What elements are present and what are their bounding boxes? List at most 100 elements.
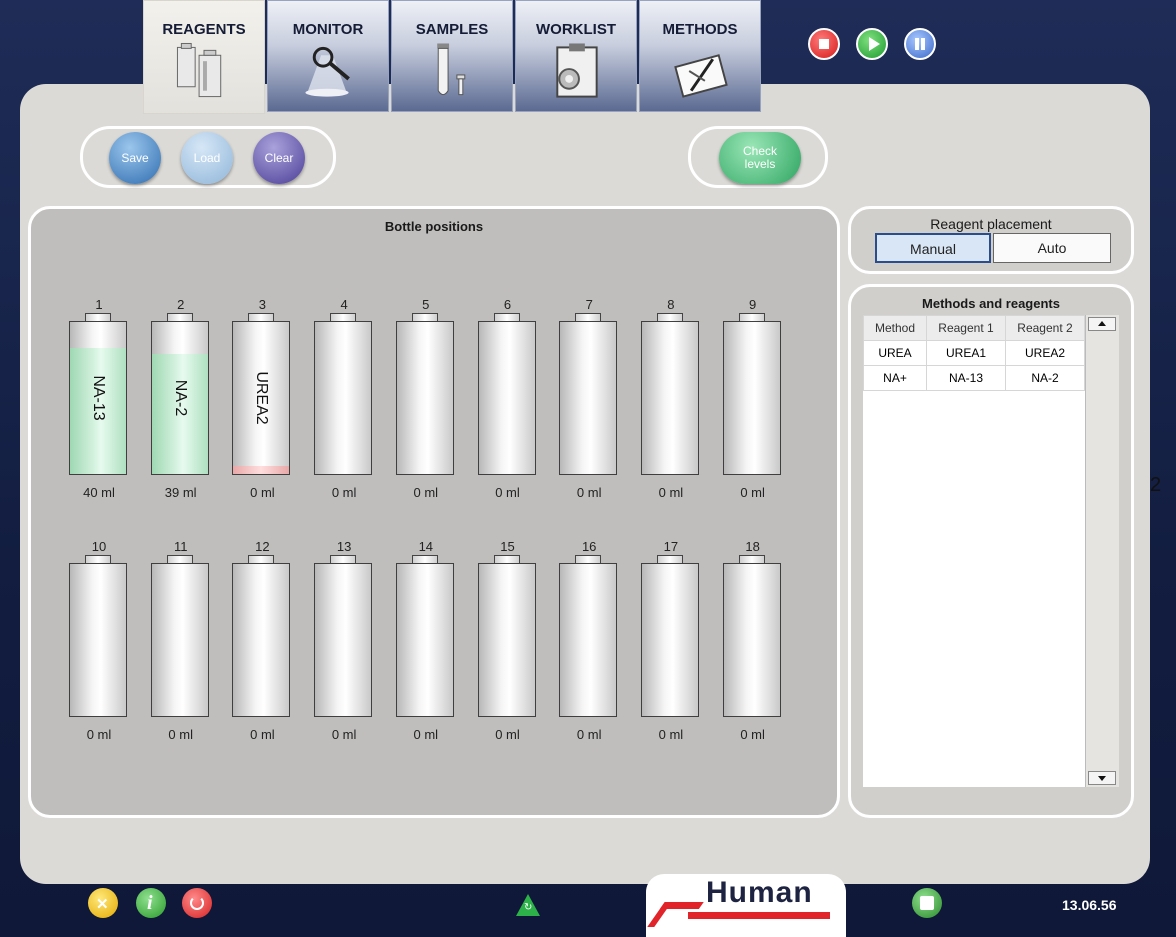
bottle-number: 5 [422,297,430,312]
bottle-volume: 0 ml [658,727,684,742]
bottle-body: UREA2 [232,321,291,475]
tab-label: METHODS [662,21,738,38]
pause-button[interactable] [904,28,936,60]
tab-worklist[interactable]: WORKLIST [515,0,637,112]
manual-toggle[interactable]: Manual [875,233,991,263]
bottle-reagent-label: UREA2 [253,371,271,425]
bottle-body [477,563,536,717]
load-button[interactable]: Load [181,132,233,184]
bottle-reagent-label: NA-13 [90,375,107,421]
bottle-number: 8 [667,297,675,312]
bottle-body [314,321,373,475]
clear-button[interactable]: Clear [253,132,305,184]
table-header-row: Method Reagent 1 Reagent 2 [863,315,1085,341]
bottle-volume: 0 ml [495,727,520,742]
bottle-body [722,321,781,475]
bottle-volume: 0 ml [168,727,193,742]
bottle-number: 1 [95,297,103,312]
bottle-number: 12 [255,539,270,554]
column-header: Method [863,315,927,341]
reagent2-cell: UREA2 [1005,340,1085,366]
bottle-volume: 0 ml [250,727,275,742]
bottle-volume: 0 ml [86,727,112,742]
bottle-volume: 40 ml [83,485,115,500]
bottle-body [559,563,618,717]
bottle-volume: 0 ml [331,727,357,742]
monitor-icon [305,46,350,97]
bottle-number: 7 [585,297,593,312]
bottle-body [395,321,454,475]
bottle-number: 6 [503,297,512,312]
tab-label: SAMPLES [415,21,489,38]
tab-monitor[interactable]: MONITOR [267,0,389,112]
table-row[interactable]: NA+ NA-13 NA-2 [863,365,1085,391]
pause-icon [915,38,925,50]
save-button[interactable]: Save [109,132,161,184]
auto-toggle[interactable]: Auto [993,233,1111,263]
bottle-volume: 0 ml [250,485,275,500]
check-levels-button[interactable]: Check levels [719,132,801,184]
reagent1-cell: NA-13 [926,365,1006,391]
bottle-reagent-label: NA-2 [171,379,189,417]
arrow-down-icon [1098,776,1106,781]
play-button[interactable] [856,28,888,60]
clock: 13.06.56 [1062,897,1117,913]
bottle-volume: 0 ml [413,485,439,500]
bottle-positions-title: Bottle positions [384,219,484,234]
method-cell: NA+ [863,365,927,391]
scroll-up-button[interactable] [1088,317,1116,331]
bottle-number: 10 [91,539,107,554]
scroll-down-button[interactable] [1088,771,1116,785]
samples-icon [437,43,466,96]
methods-table: Method Reagent 1 Reagent 2 UREA UREA1 UR… [863,315,1085,391]
bottle-volume: 0 ml [413,727,439,742]
bottle-number: 4 [340,297,348,312]
bottle-positions-panel: Bottle positions 1 NA-13 40 ml 2 NA-2 39 ml 3 U… [28,206,840,818]
bottle-number: 2 [177,297,185,312]
power-icon [190,896,204,910]
bottle-volume: 0 ml [495,485,520,500]
tab-samples[interactable]: SAMPLES [391,0,513,112]
bottle-body [69,563,127,717]
info-button[interactable]: i [136,888,166,918]
bottle-number: 16 [581,539,597,554]
bottle-number: 17 [663,539,679,554]
tab-methods[interactable]: METHODS [639,0,761,112]
tab-label: REAGENTS [162,21,246,38]
bottle-body [395,563,454,717]
brand-underline [688,912,830,919]
tools-button[interactable]: ✕ [88,888,118,918]
bottle-volume: 0 ml [576,485,602,500]
column-header: Reagent 2 [1005,315,1085,341]
bottle-volume: 0 ml [576,727,602,742]
tab-bar: REAGENTS MONITOR SAMPLES WORKLIST METHOD… [143,0,763,114]
table-scrollbar[interactable] [1085,315,1119,787]
bottle-volume: 0 ml [740,485,765,500]
methods-icon [674,54,728,98]
reagents-icon [176,42,222,98]
cubes-icon [920,896,934,910]
stop-button[interactable] [808,28,840,60]
power-button[interactable] [182,888,212,918]
tab-reagents[interactable]: REAGENTS [143,0,265,114]
status-button[interactable]: ↻ [516,894,540,916]
bottle-volume: 0 ml [331,485,357,500]
stop-icon [819,39,829,49]
check-levels-label-2: levels [744,157,776,171]
bottle-volume: 0 ml [658,485,684,500]
reagent2-cell: NA-2 [1005,365,1085,391]
bottle-number: 9 [748,297,757,312]
table-row[interactable]: UREA UREA1 UREA2 [863,340,1085,366]
tab-label: WORKLIST [536,21,616,38]
bottle-body [722,563,781,717]
tab-label: MONITOR [292,21,364,38]
bottle-body [477,321,536,475]
worklist-icon [556,43,598,98]
info-icon: i [147,892,153,914]
sync-icon: ↻ [524,902,533,913]
bottle-number: 11 [173,539,188,554]
reagent-placement-panel: Reagent placement Manual Auto [848,206,1134,274]
bottle-body [314,563,373,717]
stock-button[interactable] [912,888,942,918]
column-header: Reagent 1 [926,315,1006,341]
